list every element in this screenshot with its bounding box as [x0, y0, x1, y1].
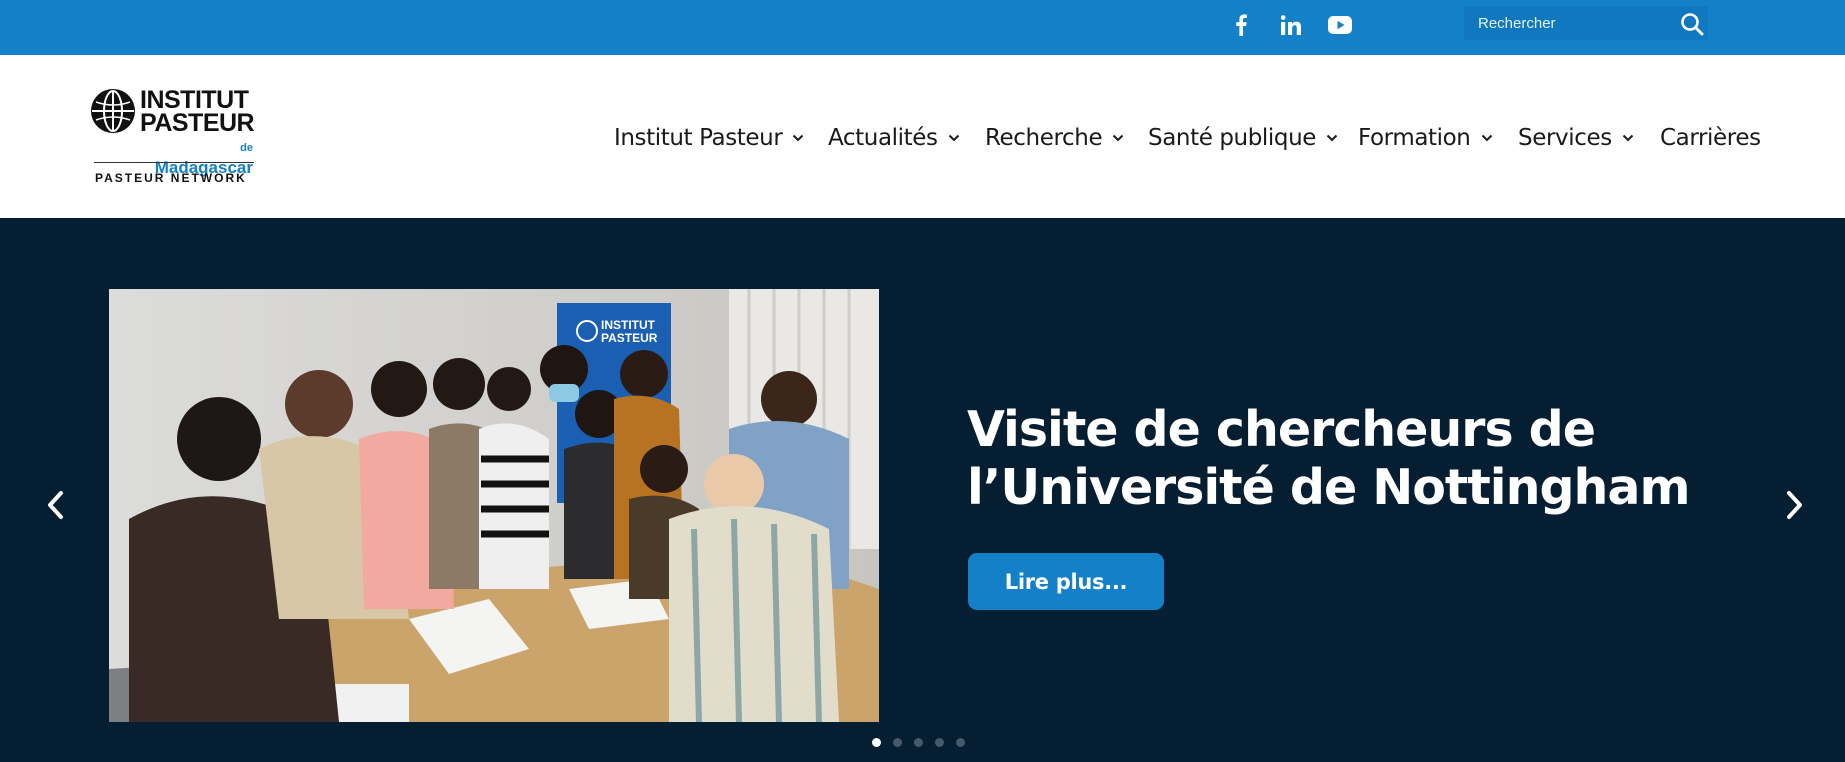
facebook-icon[interactable] [1228, 12, 1254, 38]
nav-label: Formation [1358, 125, 1471, 151]
site-header: INSTITUT PASTEUR de Madagascar PASTEUR N… [0, 55, 1845, 218]
nav-item-actualites[interactable]: Actualités [828, 123, 960, 153]
logo-line-de: de [240, 142, 253, 154]
nav-label: Recherche [985, 125, 1103, 151]
nav-item-services[interactable]: Services [1518, 123, 1634, 153]
chevron-right-icon[interactable] [1780, 487, 1808, 523]
slide-image: INSTITUT PASTEUR [109, 289, 879, 722]
slide-title-line-2: l’Université de Nottingham [967, 459, 1691, 516]
search-input[interactable] [1472, 6, 1668, 40]
nav-label: Institut Pasteur [614, 125, 783, 151]
nav-item-institut-pasteur[interactable]: Institut Pasteur [614, 123, 804, 153]
read-more-button[interactable]: Lire plus... [968, 553, 1164, 610]
nav-label: Actualités [828, 125, 938, 151]
nav-item-carrieres[interactable]: Carrières [1660, 123, 1761, 153]
banner-text-institut: INSTITUT [601, 318, 656, 332]
nav-label: Carrières [1660, 125, 1761, 151]
nav-item-formation[interactable]: Formation [1358, 123, 1493, 153]
nav-item-recherche[interactable]: Recherche [985, 123, 1124, 153]
nav-item-sante-publique[interactable]: Santé publique [1148, 123, 1338, 153]
slide-photo-illustration: INSTITUT PASTEUR [109, 289, 879, 722]
hero-slider: INSTITUT PASTEUR Visite de chercheurs de… [0, 218, 1845, 762]
institut-pasteur-logo[interactable]: INSTITUT PASTEUR de Madagascar PASTEUR N… [90, 88, 260, 188]
logo-divider [94, 162, 254, 163]
chevron-down-icon [793, 134, 804, 142]
linkedin-icon[interactable] [1278, 12, 1304, 38]
chevron-down-icon [1112, 134, 1124, 142]
nav-label: Santé publique [1148, 125, 1317, 151]
logo-line-pasteur: PASTEUR [140, 109, 255, 137]
youtube-icon[interactable] [1326, 12, 1354, 38]
chevron-down-icon [948, 134, 959, 142]
slider-pagination [872, 738, 965, 750]
chevron-down-icon [1622, 134, 1634, 142]
slide-title: Visite de chercheurs de l’Université de … [967, 401, 1727, 517]
slide-dot-2[interactable] [893, 738, 902, 747]
banner-text-pasteur: PASTEUR [601, 331, 658, 345]
chevron-down-icon [1326, 134, 1338, 142]
logo-network-text: PASTEUR NETWORK [95, 171, 247, 185]
slide-dot-1[interactable] [872, 738, 881, 747]
slide-title-line-1: Visite de chercheurs de [967, 401, 1596, 458]
chevron-down-icon [1481, 134, 1492, 142]
search-box [1464, 6, 1708, 40]
chevron-left-icon[interactable] [42, 487, 70, 523]
globe-logo-icon [91, 89, 135, 133]
search-icon[interactable] [1680, 12, 1704, 36]
nav-label: Services [1518, 125, 1612, 151]
slide-dot-5[interactable] [956, 738, 965, 747]
slide-dot-3[interactable] [914, 738, 923, 747]
top-bar [0, 0, 1845, 55]
slide-dot-4[interactable] [935, 738, 944, 747]
